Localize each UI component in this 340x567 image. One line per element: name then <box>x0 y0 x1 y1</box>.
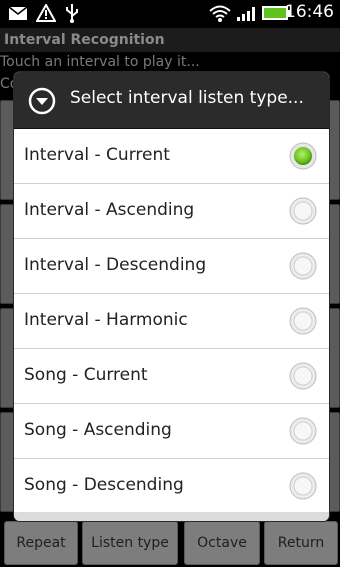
radio-unselected-icon[interactable] <box>289 417 317 445</box>
clock: 16:46 <box>285 2 334 22</box>
option-interval-current[interactable]: Interval - Current <box>14 129 329 184</box>
usb-icon <box>66 4 78 23</box>
option-song-current[interactable]: Song - Current <box>14 349 329 404</box>
signal-icon <box>237 7 255 21</box>
radio-unselected-icon[interactable] <box>289 252 317 280</box>
bottom-button-bar: Repeat Listen type Octave Return <box>0 517 340 567</box>
option-song-descending[interactable]: Song - Descending <box>14 459 329 514</box>
chevron-down-circle-icon <box>28 87 56 115</box>
repeat-button[interactable]: Repeat <box>4 521 78 565</box>
octave-button[interactable]: Octave <box>184 521 260 565</box>
dialog-footer <box>14 512 329 521</box>
return-button[interactable]: Return <box>264 521 338 565</box>
option-label: Interval - Harmonic <box>24 310 188 330</box>
option-label: Interval - Descending <box>24 255 207 275</box>
option-label: Song - Descending <box>24 475 184 495</box>
interval-cell[interactable] <box>0 204 14 304</box>
radio-unselected-icon[interactable] <box>289 362 317 390</box>
interval-cell[interactable] <box>0 412 14 512</box>
alert-icon <box>36 4 56 22</box>
status-bar: 16:46 <box>0 0 340 28</box>
radio-unselected-icon[interactable] <box>289 307 317 335</box>
interval-cell[interactable] <box>0 308 14 408</box>
option-interval-ascending[interactable]: Interval - Ascending <box>14 184 329 239</box>
mail-icon <box>8 6 28 20</box>
option-song-ascending[interactable]: Song - Ascending <box>14 404 329 459</box>
dialog-header: Select interval listen type... <box>14 72 329 129</box>
radio-selected-icon[interactable] <box>289 142 317 170</box>
option-interval-descending[interactable]: Interval - Descending <box>14 239 329 294</box>
option-label: Song - Current <box>24 365 148 385</box>
option-label: Interval - Ascending <box>24 200 195 220</box>
interval-cell[interactable] <box>328 204 340 304</box>
listen-type-button[interactable]: Listen type <box>82 521 178 565</box>
radio-unselected-icon[interactable] <box>289 472 317 500</box>
option-interval-harmonic[interactable]: Interval - Harmonic <box>14 294 329 349</box>
interval-cell[interactable] <box>328 100 340 200</box>
interval-cell[interactable] <box>328 308 340 408</box>
interval-cell[interactable] <box>0 100 14 200</box>
option-label: Song - Ascending <box>24 420 172 440</box>
radio-unselected-icon[interactable] <box>289 197 317 225</box>
listen-type-dialog: Select interval listen type... Interval … <box>14 72 329 521</box>
interval-cell[interactable] <box>328 412 340 512</box>
app-instructions: Touch an interval to play it... <box>0 54 200 70</box>
option-label: Interval - Current <box>24 145 170 165</box>
wifi-icon <box>209 5 231 22</box>
dialog-title: Select interval listen type... <box>70 88 304 108</box>
app-title: Interval Recognition <box>0 28 340 52</box>
